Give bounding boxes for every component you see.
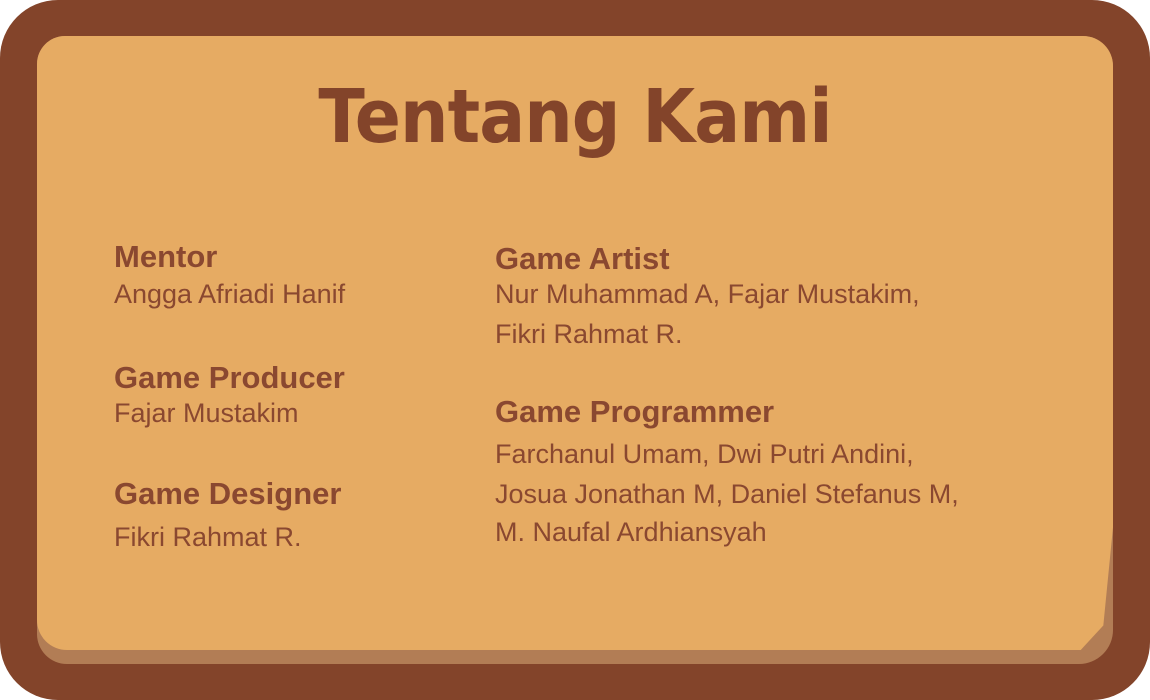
role-game-producer: Game Producer (114, 360, 345, 395)
names-game-producer: Fajar Mustakim (114, 398, 299, 428)
role-mentor: Mentor (114, 239, 218, 274)
page-title: Tentang Kami (318, 74, 832, 160)
role-game-designer: Game Designer (114, 476, 342, 511)
names-game-artist-line-2: Fikri Rahmat R. (495, 319, 683, 349)
names-game-programmer: Farchanul Umam, Dwi Putri Andini, Josua … (495, 441, 959, 559)
names-game-programmer-line-2: Josua Jonathan M, Daniel Stefanus M, (495, 479, 959, 509)
role-game-artist: Game Artist (495, 241, 670, 276)
role-game-programmer: Game Programmer (495, 394, 775, 429)
names-game-programmer-line-3: M. Naufal Ardhiansyah (495, 517, 767, 547)
names-game-designer: Fikri Rahmat R. (114, 522, 302, 552)
names-game-artist: Nur Muhammad A, Fajar Mustakim, Fikri Ra… (495, 281, 920, 361)
names-game-artist-line-1: Nur Muhammad A, Fajar Mustakim, (495, 279, 920, 309)
names-mentor: Angga Afriadi Hanif (114, 279, 346, 309)
names-game-programmer-line-1: Farchanul Umam, Dwi Putri Andini, (495, 439, 914, 469)
